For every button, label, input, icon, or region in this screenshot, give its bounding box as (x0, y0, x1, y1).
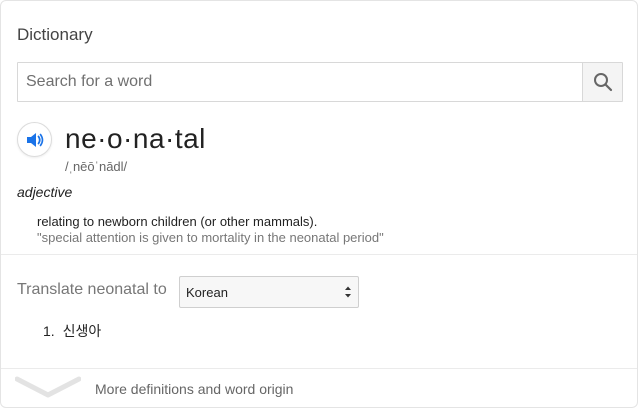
pronunciation-audio-button[interactable] (17, 122, 52, 157)
part-of-speech: adjective (17, 184, 73, 200)
more-definitions-button[interactable]: More definitions and word origin (1, 369, 637, 407)
definition: relating to newborn children (or other m… (37, 214, 318, 229)
search-icon (593, 73, 612, 92)
search-button[interactable] (582, 63, 622, 101)
translate-label: Translate neonatal to (17, 281, 167, 298)
chevron-down-icon (15, 376, 81, 398)
search-box (17, 62, 623, 102)
translation-result: 1. 신생아 (43, 321, 101, 341)
divider (1, 254, 637, 255)
translation-text: 신생아 (62, 323, 102, 339)
select-arrows-icon (345, 286, 351, 298)
language-select[interactable]: Korean (179, 276, 359, 308)
search-input[interactable] (18, 63, 582, 101)
selected-language: Korean (186, 284, 228, 300)
speaker-icon (26, 132, 43, 147)
more-definitions-label: More definitions and word origin (95, 381, 294, 397)
translation-number: 1. (43, 323, 55, 339)
headword: ne·o·na·tal (65, 123, 206, 154)
dictionary-title: Dictionary (17, 25, 93, 44)
example-sentence: "special attention is given to mortality… (37, 230, 384, 245)
dictionary-card: Dictionary ne·o·na·tal /ˌnēōˈnādl/ adjec… (0, 0, 638, 408)
pronunciation: /ˌnēōˈnādl/ (65, 159, 128, 174)
